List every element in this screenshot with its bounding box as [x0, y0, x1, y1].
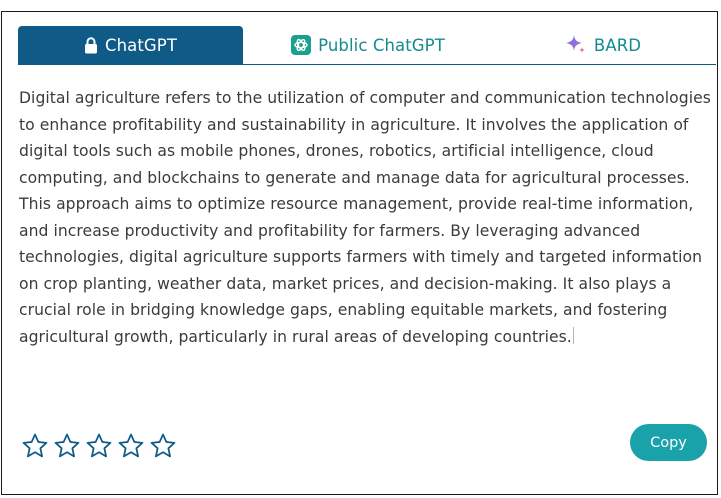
tab-chatgpt[interactable]: ChatGPT	[18, 26, 243, 64]
star-3-icon[interactable]	[85, 432, 113, 460]
star-1-icon[interactable]	[21, 432, 49, 460]
tab-label: Public ChatGPT	[318, 35, 445, 55]
response-text: Digital agriculture refers to the utiliz…	[19, 89, 711, 346]
tab-label: BARD	[593, 35, 642, 55]
star-4-icon[interactable]	[117, 432, 145, 460]
tab-public-chatgpt[interactable]: Public ChatGPT	[268, 26, 468, 64]
copy-button[interactable]: Copy	[630, 424, 707, 461]
text-cursor	[572, 326, 574, 344]
tab-bard[interactable]: BARD	[538, 26, 668, 64]
model-tabs: ChatGPT Public ChatGPT BARD	[18, 26, 716, 65]
star-5-icon[interactable]	[149, 432, 177, 460]
sparkle-icon	[565, 34, 587, 56]
tab-label: ChatGPT	[104, 35, 178, 55]
lock-icon	[84, 36, 98, 54]
star-2-icon[interactable]	[53, 432, 81, 460]
openai-logo-icon	[291, 35, 312, 55]
star-rating	[21, 432, 177, 460]
response-text-area[interactable]: Digital agriculture refers to the utiliz…	[19, 85, 715, 350]
